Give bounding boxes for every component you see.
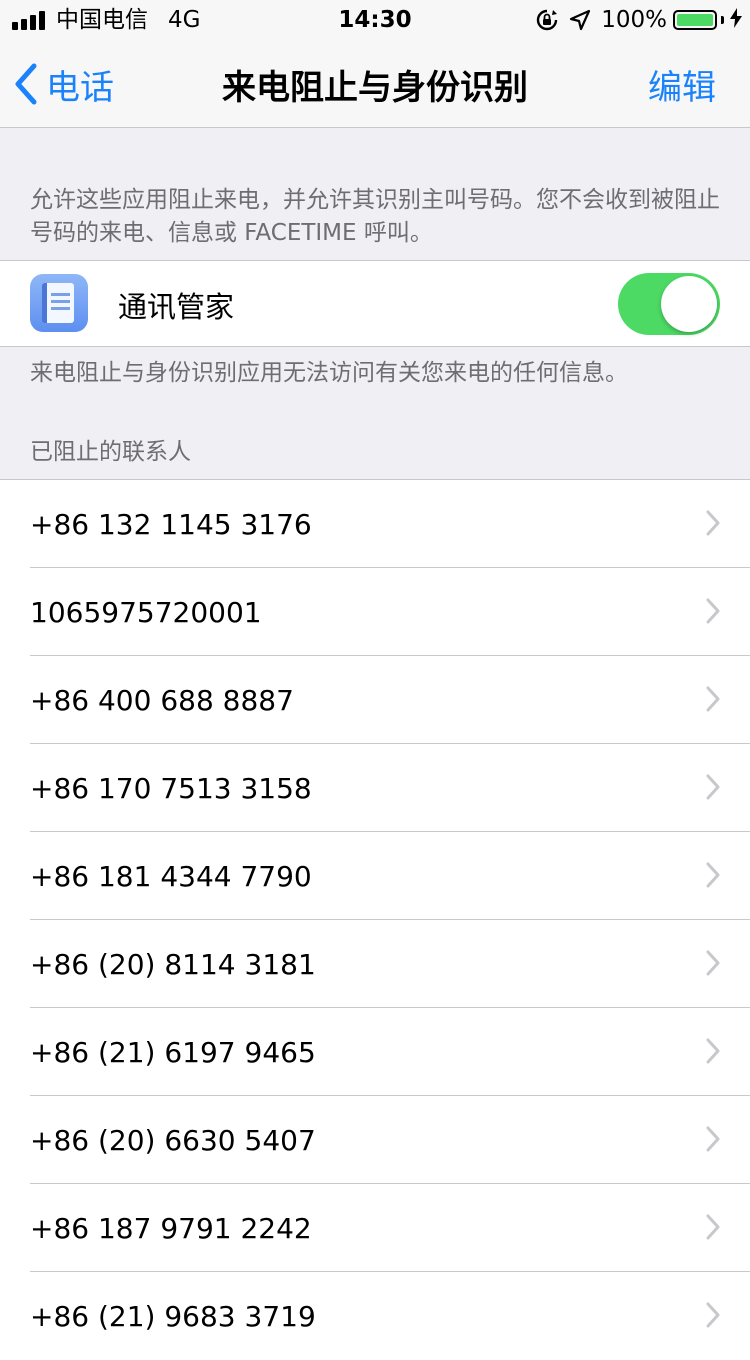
charging-bolt-icon (730, 8, 742, 32)
chevron-right-icon (706, 1126, 720, 1152)
chevron-right-icon (706, 686, 720, 712)
blocked-contact-row[interactable]: +86 181 4344 7790 (0, 832, 750, 920)
blocked-contact-row[interactable]: +86 (20) 8114 3181 (0, 920, 750, 1008)
chevron-right-icon (706, 1038, 720, 1064)
battery-percentage: 100% (601, 7, 667, 33)
blocked-contact-number: 1065975720001 (30, 595, 262, 629)
blocked-contacts-header: 已阻止的联系人 (30, 439, 191, 465)
battery-fill (677, 14, 713, 26)
chevron-right-icon (706, 510, 720, 536)
blocked-contact-row[interactable]: +86 (20) 6630 5407 (0, 1096, 750, 1184)
blocked-contact-number: +86 170 7513 3158 (30, 771, 312, 805)
privacy-note: 来电阻止与身份识别应用无法访问有关您来电的任何信息。 (30, 360, 628, 386)
blocked-contact-number: +86 181 4344 7790 (30, 859, 312, 893)
chevron-right-icon (706, 862, 720, 888)
blocked-contact-number: +86 (21) 6197 9465 (30, 1035, 316, 1069)
blocked-contact-number: +86 (20) 8114 3181 (30, 947, 316, 981)
orientation-lock-icon (535, 8, 559, 32)
blocked-contacts-list: +86 132 1145 3176 1065975720001 +86 400 68… (0, 479, 750, 1360)
app-name: 通讯管家 (118, 289, 235, 324)
chevron-right-icon (706, 598, 720, 624)
address-book-icon (30, 274, 88, 332)
status-right: 100% (535, 6, 742, 34)
blocked-contact-number: +86 (21) 9683 3719 (30, 1299, 316, 1333)
battery-cap (721, 16, 724, 24)
toggle-knob (661, 276, 717, 332)
blocked-contact-row[interactable]: +86 187 9791 2242 (0, 1184, 750, 1272)
app-enable-toggle[interactable] (618, 273, 720, 335)
chevron-right-icon (706, 1302, 720, 1328)
blocked-contact-row[interactable]: 1065975720001 (0, 568, 750, 656)
app-row: 通讯管家 (0, 260, 750, 347)
edit-button[interactable]: 编辑 (648, 40, 716, 128)
battery-icon (673, 10, 717, 30)
intro-description: 允许这些应用阻止来电，并允许其识别主叫号码。您不会收到被阻止号码的来电、信息或 … (30, 187, 720, 246)
chevron-right-icon (706, 950, 720, 976)
status-bar: 中国电信 4G 14:30 100% (0, 0, 750, 40)
navigation-bar: 电话 来电阻止与身份识别 编辑 (0, 40, 750, 128)
blocked-contact-row[interactable]: +86 170 7513 3158 (0, 744, 750, 832)
blocked-contact-number: +86 187 9791 2242 (30, 1211, 312, 1245)
blocked-contact-number: +86 400 688 8887 (30, 683, 294, 717)
blocked-contact-row[interactable]: +86 (21) 9683 3719 (0, 1272, 750, 1360)
chevron-right-icon (706, 774, 720, 800)
blocked-contact-number: +86 132 1145 3176 (30, 507, 312, 541)
page-title: 来电阻止与身份识别 (222, 67, 528, 108)
blocked-contact-row[interactable]: +86 (21) 6197 9465 (0, 1008, 750, 1096)
blocked-contact-row[interactable]: +86 132 1145 3176 (0, 480, 750, 568)
location-arrow-icon (569, 9, 591, 31)
blocked-contact-row[interactable]: +86 400 688 8887 (0, 656, 750, 744)
blocked-contact-number: +86 (20) 6630 5407 (30, 1123, 316, 1157)
chevron-right-icon (706, 1214, 720, 1240)
